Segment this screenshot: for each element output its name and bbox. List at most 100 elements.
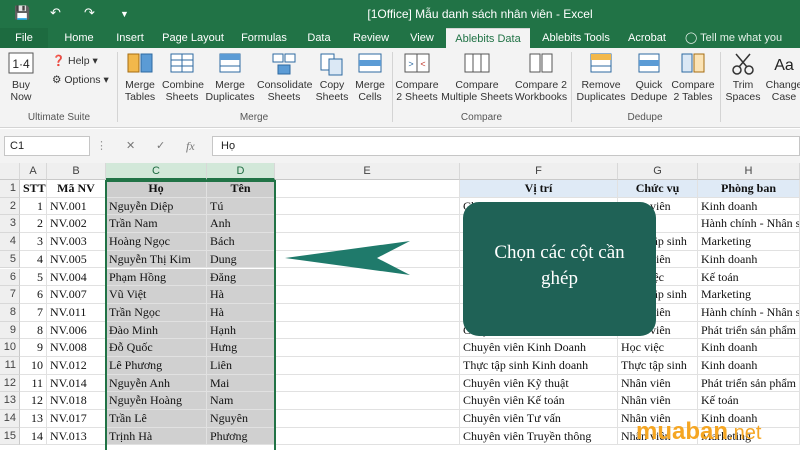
- header-cell-stt[interactable]: STT: [20, 180, 47, 198]
- trim-spaces-button[interactable]: Trim Spaces: [724, 51, 762, 103]
- table-cell[interactable]: Mai: [207, 374, 275, 393]
- column-header-e[interactable]: E: [275, 163, 460, 180]
- insert-function-icon[interactable]: fx: [186, 139, 195, 154]
- table-cell[interactable]: [275, 215, 460, 234]
- table-cell[interactable]: NV.017: [47, 410, 106, 428]
- merge-cells-button[interactable]: Merge Cells: [352, 51, 388, 103]
- table-cell[interactable]: [275, 197, 460, 216]
- tab-formulas[interactable]: Formulas: [236, 28, 292, 48]
- quick-dedupe-button[interactable]: Quick Dedupe: [630, 51, 668, 103]
- row-header-8[interactable]: 8: [0, 303, 20, 322]
- options-button[interactable]: ⚙ Options ▾: [52, 74, 109, 86]
- table-cell[interactable]: Anh: [207, 215, 275, 234]
- row-header-3[interactable]: 3: [0, 215, 20, 234]
- compare-multiple-sheets-button[interactable]: Compare Multiple Sheets: [441, 51, 513, 103]
- table-cell[interactable]: Kinh doanh: [698, 250, 800, 269]
- row-header-6[interactable]: 6: [0, 268, 20, 287]
- column-header-b[interactable]: B: [47, 163, 106, 180]
- table-cell[interactable]: [275, 321, 460, 340]
- table-cell[interactable]: NV.014: [47, 374, 106, 393]
- compare-2-workbooks-button[interactable]: Compare 2 Workbooks: [514, 51, 568, 103]
- merge-tables-button[interactable]: Merge Tables: [120, 51, 160, 103]
- table-cell[interactable]: 6: [20, 286, 47, 304]
- consolidate-sheets-button[interactable]: Consolidate Sheets: [257, 51, 312, 103]
- table-cell[interactable]: NV.007: [47, 286, 106, 304]
- table-cell[interactable]: [275, 374, 460, 393]
- table-cell[interactable]: Nhân viên: [618, 392, 698, 411]
- table-cell[interactable]: Kế toán: [698, 392, 800, 411]
- tab-page-layout[interactable]: Page Layout: [158, 28, 228, 48]
- table-cell[interactable]: 4: [20, 250, 47, 269]
- tab-insert[interactable]: Insert: [108, 28, 152, 48]
- table-cell[interactable]: Trần Nam: [106, 215, 207, 234]
- table-cell[interactable]: [275, 303, 460, 322]
- column-header-d[interactable]: D: [207, 163, 275, 180]
- table-cell[interactable]: Phát triển sản phẩm: [698, 374, 800, 393]
- table-cell[interactable]: Dung: [207, 250, 275, 269]
- row-header-9[interactable]: 9: [0, 321, 20, 340]
- table-cell[interactable]: Kế toán: [698, 268, 800, 287]
- compare-2-sheets-button[interactable]: > < Compare 2 Sheets: [395, 51, 439, 103]
- table-cell[interactable]: 2: [20, 215, 47, 234]
- tab-ablebits-data[interactable]: Ablebits Data: [446, 28, 530, 48]
- table-cell[interactable]: 5: [20, 268, 47, 287]
- table-cell[interactable]: Phát triển sản phẩm: [698, 321, 800, 340]
- merge-duplicates-button[interactable]: Merge Duplicates: [205, 51, 255, 103]
- table-cell[interactable]: Chuyên viên Kỹ thuật: [460, 374, 618, 393]
- column-header-c[interactable]: C: [106, 163, 207, 180]
- row-header-1[interactable]: 1: [0, 180, 20, 198]
- table-cell[interactable]: Lê Phương: [106, 357, 207, 375]
- table-cell[interactable]: 13: [20, 410, 47, 428]
- combine-sheets-button[interactable]: Combine Sheets: [162, 51, 204, 103]
- cancel-icon[interactable]: ✕: [126, 139, 135, 152]
- table-cell[interactable]: Nguyễn Anh: [106, 374, 207, 393]
- table-cell[interactable]: Liên: [207, 357, 275, 375]
- table-cell[interactable]: 12: [20, 392, 47, 411]
- name-box[interactable]: C1: [4, 136, 90, 156]
- table-cell[interactable]: Kinh doanh: [698, 357, 800, 375]
- table-cell[interactable]: Nguyễn Thị Kim: [106, 250, 207, 269]
- tab-data[interactable]: Data: [300, 28, 338, 48]
- row-header-4[interactable]: 4: [0, 233, 20, 251]
- header-cell-ten[interactable]: Tên: [207, 180, 275, 198]
- table-cell[interactable]: Hà: [207, 303, 275, 322]
- table-cell[interactable]: Đăng: [207, 268, 275, 287]
- table-cell[interactable]: Đào Minh: [106, 321, 207, 340]
- buy-now-button[interactable]: 1·4 Buy Now: [4, 51, 38, 103]
- table-cell[interactable]: Chuyên viên Kinh Doanh: [460, 339, 618, 357]
- column-header-f[interactable]: F: [460, 163, 618, 180]
- table-cell[interactable]: Kinh doanh: [698, 197, 800, 216]
- tab-view[interactable]: View: [404, 28, 440, 48]
- enter-icon[interactable]: ✓: [156, 139, 165, 152]
- table-cell[interactable]: NV.008: [47, 339, 106, 357]
- table-cell[interactable]: NV.002: [47, 215, 106, 234]
- header-cell-ho[interactable]: Họ: [106, 180, 207, 198]
- row-header-7[interactable]: 7: [0, 286, 20, 304]
- tab-file[interactable]: File: [0, 28, 48, 48]
- table-cell[interactable]: Chuyên viên Tư vấn: [460, 410, 618, 428]
- table-cell[interactable]: Phạm Hồng: [106, 268, 207, 287]
- table-cell[interactable]: 10: [20, 357, 47, 375]
- table-cell[interactable]: 1: [20, 197, 47, 216]
- header-cell-vi-tri[interactable]: Vị trí: [460, 180, 618, 198]
- table-cell[interactable]: 8: [20, 321, 47, 340]
- row-header-13[interactable]: 13: [0, 392, 20, 411]
- table-cell[interactable]: Thực tập sinh: [618, 357, 698, 375]
- help-button[interactable]: ❓ Help ▾: [52, 54, 98, 67]
- row-header-12[interactable]: 12: [0, 374, 20, 393]
- table-cell[interactable]: Hành chính - Nhân sự: [698, 215, 800, 234]
- table-cell[interactable]: NV.013: [47, 427, 106, 446]
- table-cell[interactable]: Nguyễn Hoàng: [106, 392, 207, 411]
- table-cell[interactable]: NV.018: [47, 392, 106, 411]
- tab-acrobat[interactable]: Acrobat: [622, 28, 672, 48]
- tab-home[interactable]: Home: [56, 28, 102, 48]
- table-cell[interactable]: 9: [20, 339, 47, 357]
- table-cell[interactable]: NV.012: [47, 357, 106, 375]
- table-cell[interactable]: NV.005: [47, 250, 106, 269]
- table-cell[interactable]: Chuyên viên Kế toán: [460, 392, 618, 411]
- table-cell[interactable]: Nhân viên: [618, 374, 698, 393]
- row-header-11[interactable]: 11: [0, 357, 20, 375]
- row-header-5[interactable]: 5: [0, 250, 20, 269]
- compare-2-tables-button[interactable]: Compare 2 Tables: [670, 51, 716, 103]
- copy-sheets-button[interactable]: Copy Sheets: [313, 51, 351, 103]
